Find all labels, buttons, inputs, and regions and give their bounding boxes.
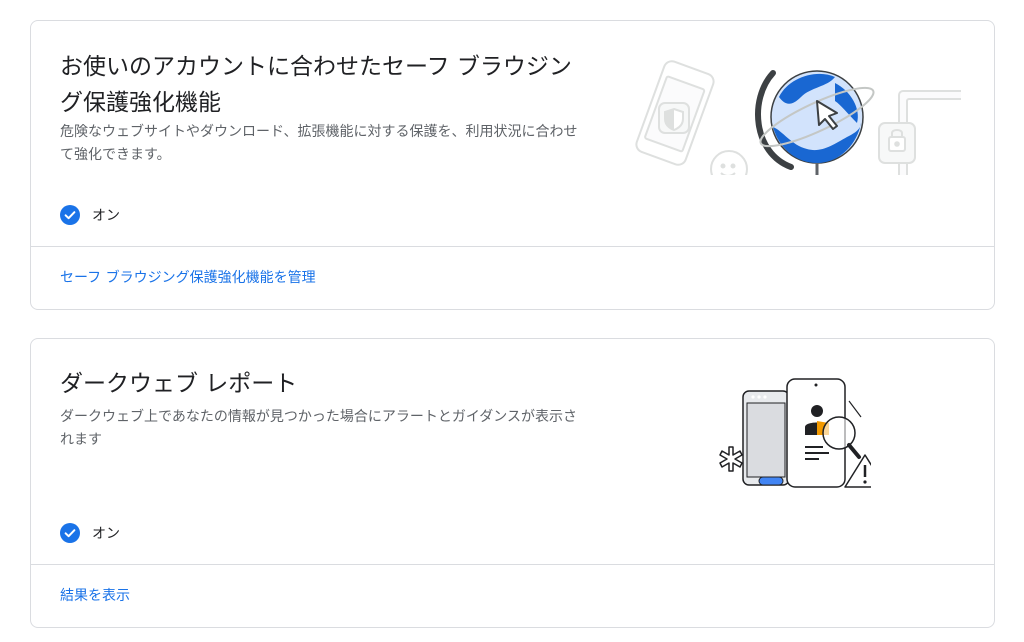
check-circle-icon bbox=[60, 205, 80, 225]
dark-web-report-title: ダークウェブ レポート bbox=[60, 371, 298, 397]
status-label: オン bbox=[92, 526, 120, 542]
safe-browsing-description: 危険なウェブサイトやダウンロード、拡張機能に対する保護を、利用状況に合わせて強化… bbox=[60, 124, 578, 163]
dark-web-report-card: ダークウェブ レポート ダークウェブ上であなたの情報が見つかった場合にアラートと… bbox=[30, 338, 995, 628]
manage-safe-browsing-link[interactable]: セーフ ブラウジング保護強化機能を管理 bbox=[60, 267, 316, 287]
safe-browsing-title: お使いのアカウントに合わせたセーフ ブラウジング保護強化機能 bbox=[60, 54, 572, 116]
dark-web-report-illustration bbox=[719, 378, 871, 488]
view-results-link[interactable]: 結果を表示 bbox=[60, 585, 130, 605]
card-divider bbox=[31, 564, 994, 565]
status-label: オン bbox=[92, 208, 120, 224]
safe-browsing-card: お使いのアカウントに合わせたセーフ ブラウジング保護強化機能 危険なウェブサイト… bbox=[30, 20, 995, 310]
safe-browsing-status: オン bbox=[60, 203, 120, 227]
card-divider bbox=[31, 246, 994, 247]
dark-web-report-status: オン bbox=[60, 521, 120, 545]
dark-web-report-description: ダークウェブ上であなたの情報が見つかった場合にアラートとガイダンスが表示されます bbox=[60, 409, 578, 448]
safe-browsing-globe-illustration bbox=[635, 60, 961, 175]
check-circle-icon bbox=[60, 523, 80, 543]
